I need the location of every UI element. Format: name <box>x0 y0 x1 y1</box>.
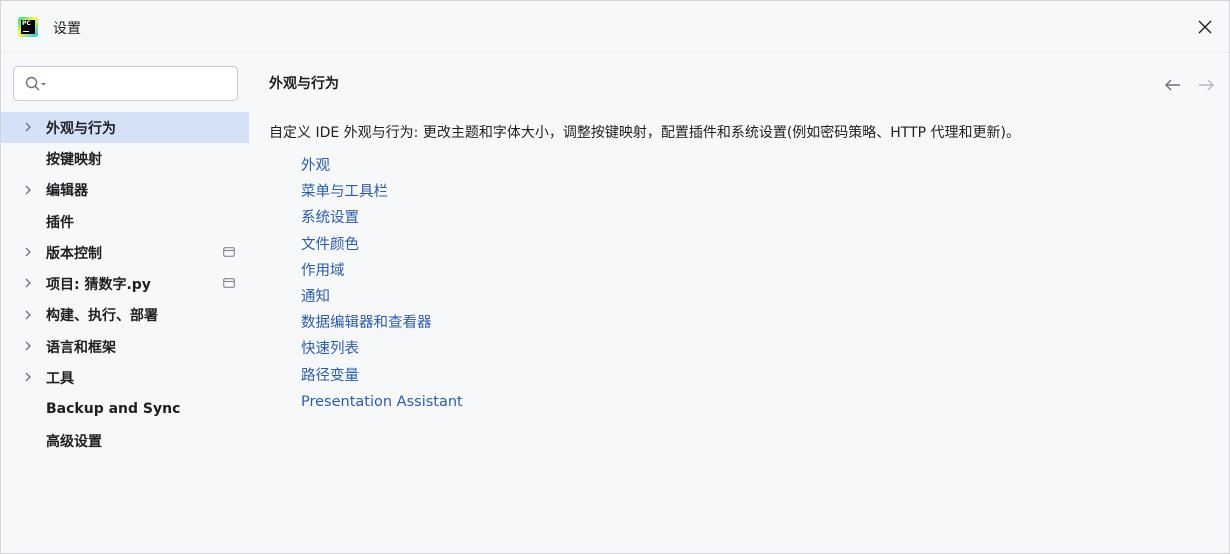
sidebar-item[interactable]: 工具 <box>1 362 249 393</box>
sidebar-item-label: 语言和框架 <box>46 339 116 356</box>
subsection-link[interactable]: 通知 <box>301 284 463 310</box>
chevron-right-icon[interactable] <box>23 341 33 351</box>
search-input[interactable] <box>52 72 232 96</box>
close-icon <box>1198 20 1212 34</box>
sidebar-item[interactable]: 高级设置 <box>1 425 249 456</box>
sidebar-item[interactable]: 插件 <box>1 206 249 237</box>
title-bar: PC 设置 <box>1 1 1229 53</box>
window-title: 设置 <box>53 21 81 37</box>
sidebar-item-label: 项目: 猜数字.py <box>46 277 151 294</box>
subsection-link[interactable]: 系统设置 <box>301 205 463 231</box>
search-box[interactable] <box>13 66 238 101</box>
project-level-icon <box>223 247 235 258</box>
chevron-right-icon[interactable] <box>23 185 33 195</box>
sidebar-item[interactable]: 构建、执行、部署 <box>1 300 249 331</box>
subsection-link[interactable]: 作用域 <box>301 258 463 284</box>
chevron-right-icon[interactable] <box>23 278 33 288</box>
sidebar-item-label: 版本控制 <box>46 245 102 262</box>
sidebar-item-label: 编辑器 <box>46 183 88 200</box>
sidebar-item[interactable]: 编辑器 <box>1 175 249 206</box>
settings-tree: 外观与行为按键映射编辑器插件版本控制项目: 猜数字.py 构建、执行、部署 语言和框… <box>1 112 249 456</box>
sidebar-item-label: 外观与行为 <box>46 120 116 137</box>
sidebar-item-label: Backup and Sync <box>46 401 181 418</box>
subsection-link[interactable]: 快速列表 <box>301 336 463 362</box>
sidebar-item-label: 构建、执行、部署 <box>46 308 158 325</box>
chevron-right-icon[interactable] <box>23 310 33 320</box>
subsection-link[interactable]: 菜单与工具栏 <box>301 179 463 205</box>
settings-content: 外观与行为 自定义 IDE 外观与行为: 更改主题和字体大小，调整按键映射，配置… <box>249 53 1230 554</box>
subsection-link[interactable]: 外观 <box>301 153 463 179</box>
pycharm-logo-icon: PC <box>18 17 38 37</box>
sidebar-item-label: 高级设置 <box>46 433 102 450</box>
project-level-icon <box>223 278 235 289</box>
subsection-link[interactable]: 数据编辑器和查看器 <box>301 310 463 336</box>
sidebar-item[interactable]: 项目: 猜数字.py <box>1 268 249 299</box>
sidebar-item-label: 工具 <box>46 371 74 388</box>
settings-sidebar: 外观与行为按键映射编辑器插件版本控制项目: 猜数字.py 构建、执行、部署 语言和框… <box>1 53 249 554</box>
subsection-link[interactable]: Presentation Assistant <box>301 389 463 415</box>
section-description: 自定义 IDE 外观与行为: 更改主题和字体大小，调整按键映射，配置插件和系统设… <box>269 125 1021 141</box>
settings-window: PC 设置 外观与行为按键映射编辑器插件版本控制项目: 猜数字.py 构建、执行、… <box>0 0 1230 554</box>
subsection-links: 外观 菜单与工具栏 系统设置 文件颜色 作用域 通知 数据编辑器和查看器 快速列表 路径变量 Pr… <box>301 153 463 415</box>
chevron-right-icon[interactable] <box>23 122 33 132</box>
subsection-link[interactable]: 路径变量 <box>301 363 463 389</box>
subsection-link[interactable]: 文件颜色 <box>301 232 463 258</box>
arrow-left-icon[interactable] <box>1163 75 1183 95</box>
sidebar-item-label: 插件 <box>46 214 74 231</box>
sidebar-item[interactable]: Backup and Sync <box>1 394 249 425</box>
chevron-right-icon[interactable] <box>23 372 33 382</box>
logo-text: PC <box>22 20 31 27</box>
sidebar-item[interactable]: 外观与行为 <box>1 112 249 144</box>
sidebar-item-label: 按键映射 <box>46 151 102 168</box>
search-icon[interactable] <box>25 76 47 92</box>
sidebar-item[interactable]: 语言和框架 <box>1 331 249 362</box>
close-button[interactable] <box>1191 13 1219 41</box>
page-title: 外观与行为 <box>269 76 339 92</box>
chevron-right-icon[interactable] <box>23 247 33 257</box>
sidebar-item[interactable]: 按键映射 <box>1 143 249 174</box>
arrow-right-icon[interactable] <box>1196 75 1216 95</box>
sidebar-item[interactable]: 版本控制 <box>1 237 249 268</box>
